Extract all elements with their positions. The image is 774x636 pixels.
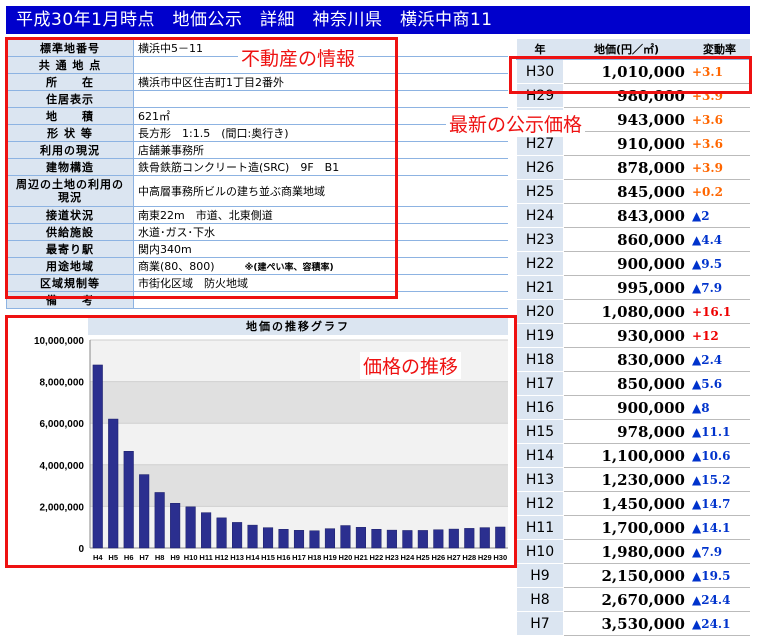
price-value: 900,000	[563, 395, 690, 420]
price-change: ▲14.1	[689, 515, 750, 540]
price-value: 1,080,000	[563, 299, 690, 324]
price-change: +0.2	[689, 179, 750, 204]
price-change: +3.9	[689, 155, 750, 180]
price-value: 1,230,000	[563, 467, 690, 492]
price-value: 830,000	[563, 347, 690, 372]
price-value: 2,150,000	[563, 563, 690, 588]
price-row: H19 930,000 +12	[516, 323, 750, 348]
price-row: H13 1,230,000 ▲15.2	[516, 467, 750, 492]
price-value: 995,000	[563, 275, 690, 300]
price-value: 845,000	[563, 179, 690, 204]
price-change: +16.1	[689, 299, 750, 324]
annotation-label-trend: 価格の推移	[360, 352, 462, 379]
price-year: H23	[516, 227, 564, 252]
price-row: H15 978,000 ▲11.1	[516, 419, 750, 444]
price-change: +3.6	[689, 131, 750, 156]
price-year: H19	[516, 323, 564, 348]
price-value: 3,530,000	[563, 611, 690, 636]
price-year: H16	[516, 395, 564, 420]
price-year: H24	[516, 203, 564, 228]
price-change: ▲14.7	[689, 491, 750, 516]
price-change: ▲8	[689, 395, 750, 420]
price-change: ▲15.2	[689, 467, 750, 492]
price-year: H18	[516, 347, 564, 372]
price-change: ▲5.6	[689, 371, 750, 396]
price-value: 930,000	[563, 323, 690, 348]
annotation-box-latest	[509, 56, 752, 94]
price-year: H22	[516, 251, 564, 276]
price-change: ▲7.9	[689, 275, 750, 300]
price-row: H18 830,000 ▲2.4	[516, 347, 750, 372]
price-change: ▲19.5	[689, 563, 750, 588]
price-row: H26 878,000 +3.9	[516, 155, 750, 180]
price-year: H13	[516, 467, 564, 492]
price-row: H10 1,980,000 ▲7.9	[516, 539, 750, 564]
price-value: 1,100,000	[563, 443, 690, 468]
price-year: H7	[516, 611, 564, 636]
price-change: ▲4.4	[689, 227, 750, 252]
price-change: ▲9.5	[689, 251, 750, 276]
price-row: H20 1,080,000 +16.1	[516, 299, 750, 324]
annotation-box-property	[5, 37, 398, 299]
price-change: ▲11.1	[689, 419, 750, 444]
price-year: H15	[516, 419, 564, 444]
price-change: ▲10.6	[689, 443, 750, 468]
price-row: H22 900,000 ▲9.5	[516, 251, 750, 276]
price-row: H25 845,000 +0.2	[516, 179, 750, 204]
price-value: 978,000	[563, 419, 690, 444]
price-row: H12 1,450,000 ▲14.7	[516, 491, 750, 516]
price-year: H8	[516, 587, 564, 612]
price-change: ▲2	[689, 203, 750, 228]
price-year: H11	[516, 515, 564, 540]
price-year: H10	[516, 539, 564, 564]
price-year: H26	[516, 155, 564, 180]
price-year: H20	[516, 299, 564, 324]
price-change: ▲2.4	[689, 347, 750, 372]
price-row: H23 860,000 ▲4.4	[516, 227, 750, 252]
price-value: 843,000	[563, 203, 690, 228]
price-change: +3.6	[689, 107, 750, 132]
price-row: H7 3,530,000 ▲24.1	[516, 611, 750, 636]
price-row: H11 1,700,000 ▲14.1	[516, 515, 750, 540]
price-row: H24 843,000 ▲2	[516, 203, 750, 228]
price-year: H25	[516, 179, 564, 204]
price-value: 900,000	[563, 251, 690, 276]
price-row: H8 2,670,000 ▲24.4	[516, 587, 750, 612]
price-year: H12	[516, 491, 564, 516]
price-value: 850,000	[563, 371, 690, 396]
price-change: ▲7.9	[689, 539, 750, 564]
page-title: 平成30年1月時点 地価公示 詳細 神奈川県 横浜中商11	[6, 6, 750, 34]
price-value: 860,000	[563, 227, 690, 252]
price-row: H17 850,000 ▲5.6	[516, 371, 750, 396]
price-change: ▲24.1	[689, 611, 750, 636]
price-row: H14 1,100,000 ▲10.6	[516, 443, 750, 468]
price-value: 1,700,000	[563, 515, 690, 540]
price-row: H21 995,000 ▲7.9	[516, 275, 750, 300]
price-year: H9	[516, 563, 564, 588]
price-year: H21	[516, 275, 564, 300]
annotation-label-property: 不動産の情報	[238, 44, 359, 71]
annotation-label-latest: 最新の公示価格	[446, 110, 586, 137]
price-value: 1,980,000	[563, 539, 690, 564]
price-value: 2,670,000	[563, 587, 690, 612]
price-row: H9 2,150,000 ▲19.5	[516, 563, 750, 588]
price-row: H16 900,000 ▲8	[516, 395, 750, 420]
price-value: 1,450,000	[563, 491, 690, 516]
price-year: H17	[516, 371, 564, 396]
price-value: 878,000	[563, 155, 690, 180]
price-year: H14	[516, 443, 564, 468]
price-change: +12	[689, 323, 750, 348]
price-change: ▲24.4	[689, 587, 750, 612]
